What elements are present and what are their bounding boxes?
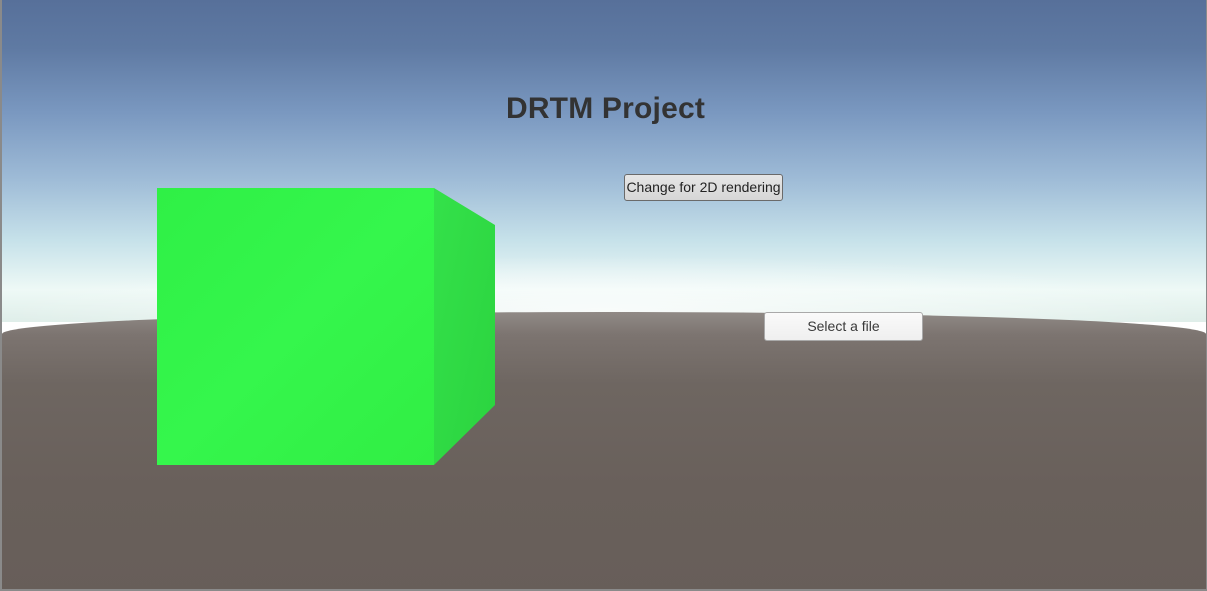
cube-side-face (434, 188, 495, 465)
page-title: DRTM Project (505, 92, 706, 125)
select-file-button[interactable]: Select a file (764, 312, 923, 341)
green-cube (157, 188, 495, 465)
change-2d-rendering-button[interactable]: Change for 2D rendering (624, 174, 783, 201)
cube-front-face (157, 188, 434, 465)
game-viewport: DRTM Project Change for 2D rendering Sel… (0, 0, 1207, 591)
